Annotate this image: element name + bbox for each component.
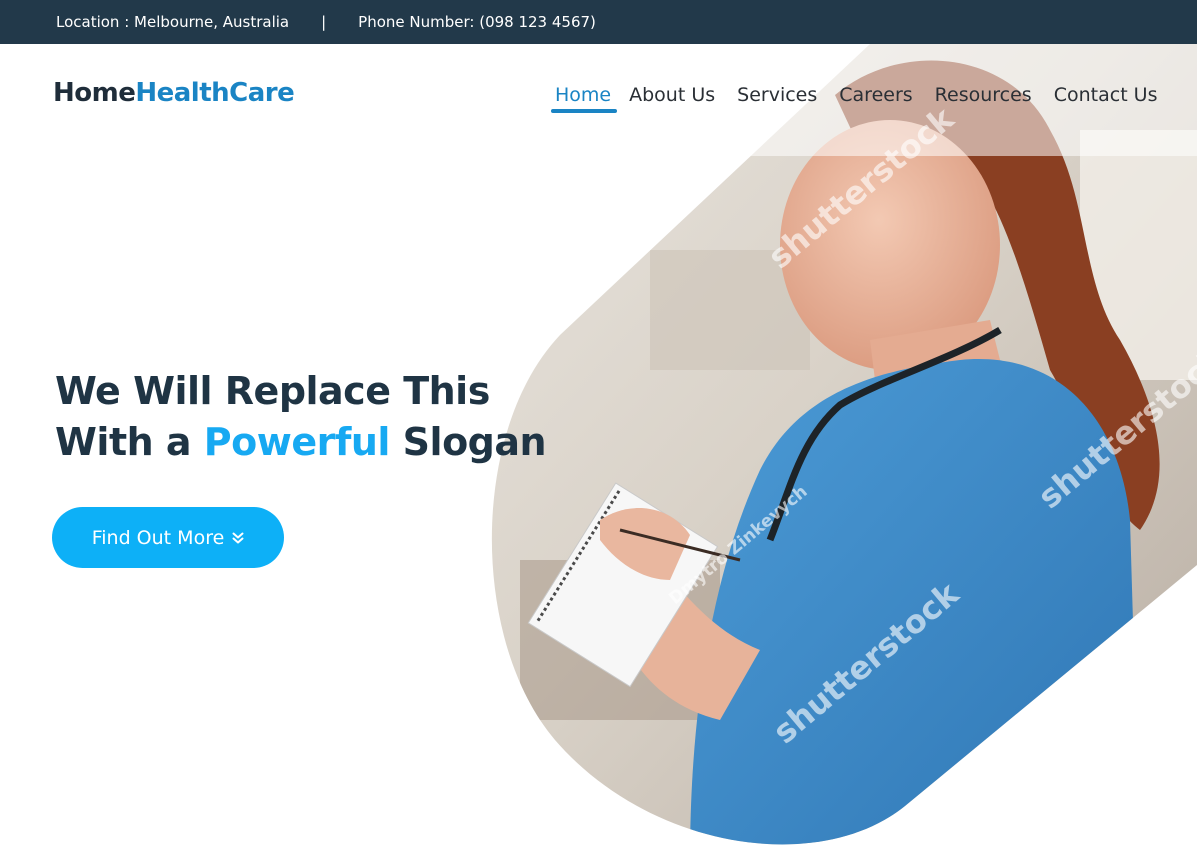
headline-accent-word: Powerful (203, 420, 391, 464)
phone-text[interactable]: Phone Number: (098 123 4567) (358, 13, 596, 31)
site-logo[interactable]: HomeHealthCare (53, 78, 295, 108)
find-out-more-button[interactable]: Find Out More (52, 507, 284, 568)
headline-line-2-prefix: With a (55, 420, 204, 464)
hero-headline: We Will Replace This With a Powerful Slo… (55, 366, 547, 468)
logo-part-healthcare: HealthCare (135, 78, 295, 108)
nav-item-contact-us[interactable]: Contact Us (1054, 84, 1158, 106)
nav-item-about-us[interactable]: About Us (629, 84, 715, 106)
topbar-separator: | (321, 13, 327, 31)
main-nav: Home About Us Services Careers Resources… (550, 84, 1158, 113)
logo-part-home: Home (53, 78, 136, 108)
nav-item-resources[interactable]: Resources (935, 84, 1032, 106)
nav-item-careers[interactable]: Careers (839, 84, 912, 106)
double-chevron-down-icon (232, 532, 244, 543)
cta-label: Find Out More (91, 526, 225, 549)
headline-line-2-suffix: Slogan (389, 420, 547, 464)
headline-line-1: We Will Replace This (55, 369, 490, 413)
nav-item-services[interactable]: Services (737, 84, 817, 106)
nav-item-home[interactable]: Home (550, 84, 618, 113)
top-info-bar: Location : Melbourne, Australia | Phone … (0, 0, 1197, 44)
location-text: Location : Melbourne, Australia (56, 13, 290, 31)
